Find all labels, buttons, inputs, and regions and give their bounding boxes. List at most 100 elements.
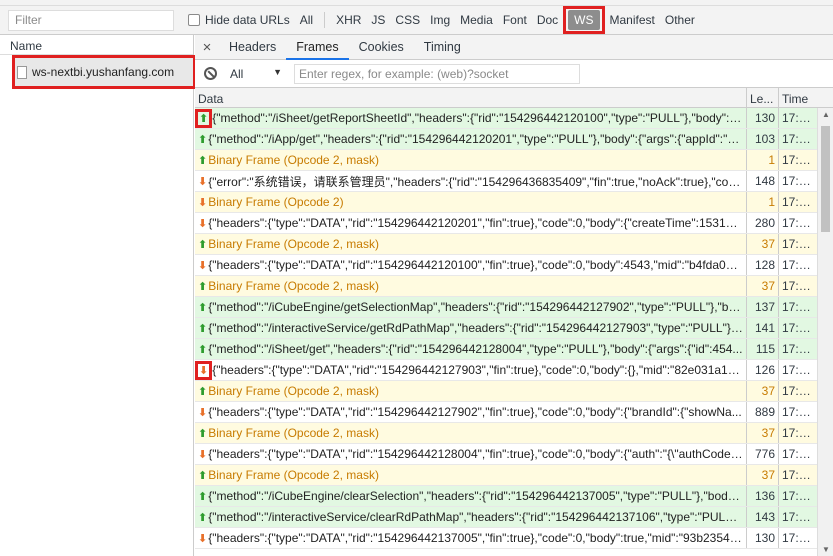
frame-length-cell: 143: [747, 507, 779, 527]
request-item-websocket[interactable]: ws-nextbi.yushanfang.com: [12, 55, 196, 89]
frame-data-cell: ⬆ {"method":"/interactiveService/getRdPat…: [195, 318, 747, 338]
frame-row[interactable]: ⬆ Binary Frame (Opcode 2, mask) 37 17:1...: [195, 465, 817, 486]
frame-data-text: Binary Frame (Opcode 2, mask): [208, 237, 379, 251]
arrow-up-icon: ⬆: [198, 490, 208, 503]
arrow-down-icon: ⬇: [198, 175, 208, 188]
frame-row[interactable]: ⬆ Binary Frame (Opcode 2, mask) 37 17:1...: [195, 381, 817, 402]
frame-row[interactable]: ⬆ Binary Frame (Opcode 2, mask) 37 17:1...: [195, 423, 817, 444]
type-filter-other[interactable]: Other: [661, 11, 699, 29]
chevron-down-icon: ▼: [273, 66, 282, 77]
frame-length-cell: 136: [747, 486, 779, 506]
frame-data-text: Binary Frame (Opcode 2, mask): [208, 426, 379, 440]
type-filter-manifest[interactable]: Manifest: [606, 11, 659, 29]
frame-time-cell: 17:1...: [782, 342, 816, 356]
frame-row[interactable]: ⬇ {"headers":{"type":"DATA","rid":"154296…: [195, 213, 817, 234]
tab-headers[interactable]: Headers: [219, 35, 286, 60]
frame-length-cell: 130: [747, 528, 779, 548]
column-header-time[interactable]: Time: [779, 88, 833, 107]
frame-row[interactable]: ⬇ {"headers":{"type":"DATA","rid":"154296…: [195, 360, 817, 381]
frame-time-cell: 17:1...: [782, 111, 816, 125]
frame-row[interactable]: ⬆ {"method":"/iApp/get","headers":{"rid":…: [195, 129, 817, 150]
frame-data-text: {"method":"/iSheet/get","headers":{"rid"…: [208, 342, 743, 356]
network-filter-bar: Hide data URLs All XHR JS CSS Img Media …: [0, 6, 833, 35]
frame-data-text: {"headers":{"type":"DATA","rid":"1542964…: [208, 258, 743, 272]
frame-row[interactable]: ⬆ {"method":"/iCubeEngine/clearSelection"…: [195, 486, 817, 507]
frame-data-cell: ⬆ {"method":"/iCubeEngine/getSelectionMap…: [195, 297, 747, 317]
frame-length-cell: 1: [747, 150, 779, 170]
frame-row[interactable]: ⬆ {"method":"/interactiveService/clearRdP…: [195, 507, 817, 528]
frame-row[interactable]: ⬇ {"headers":{"type":"DATA","rid":"154296…: [195, 528, 817, 549]
frame-length-cell: 128: [747, 255, 779, 275]
scroll-up-icon[interactable]: ▲: [822, 110, 830, 119]
type-filter-all[interactable]: All: [296, 11, 317, 29]
type-filter-media[interactable]: Media: [456, 11, 497, 29]
frame-row[interactable]: ⬇ Binary Frame (Opcode 2) 1 17:1...: [195, 192, 817, 213]
column-header-length[interactable]: Le...: [747, 88, 779, 107]
frame-data-cell: ⬇ {"headers":{"type":"DATA","rid":"154296…: [195, 528, 747, 548]
type-filter-doc[interactable]: Doc: [533, 11, 562, 29]
frame-length-cell: 130: [747, 108, 779, 128]
type-filter-xhr[interactable]: XHR: [332, 11, 365, 29]
frame-data-cell: ⬆ {"method":"/iSheet/get","headers":{"rid…: [195, 339, 747, 359]
tab-timing[interactable]: Timing: [414, 35, 471, 60]
frame-data-text: Binary Frame (Opcode 2): [208, 195, 344, 209]
arrow-down-icon: ⬇: [199, 364, 209, 377]
frame-length-cell: 141: [747, 318, 779, 338]
frame-data-text: {"headers":{"type":"DATA","rid":"1542964…: [208, 216, 743, 230]
frame-row[interactable]: ⬆ Binary Frame (Opcode 2, mask) 37 17:1...: [195, 276, 817, 297]
frame-length-cell: 1: [747, 192, 779, 212]
frame-row[interactable]: ⬆ Binary Frame (Opcode 2, mask) 1 17:1...: [195, 150, 817, 171]
frame-data-cell: ⬇ {"headers":{"type":"DATA","rid":"154296…: [195, 444, 747, 464]
frame-length-cell: 37: [747, 423, 779, 443]
arrow-up-icon: ⬆: [198, 154, 208, 167]
frame-type-select[interactable]: All ▼: [230, 67, 286, 81]
frame-row[interactable]: ⬆ {"method":"/iCubeEngine/getSelectionMap…: [195, 297, 817, 318]
type-filter-js[interactable]: JS: [367, 11, 389, 29]
arrow-down-icon: ⬇: [198, 217, 208, 230]
hide-data-urls-toggle[interactable]: Hide data URLs: [188, 13, 290, 27]
clear-block-icon[interactable]: [204, 67, 217, 80]
close-icon[interactable]: ×: [195, 39, 219, 56]
regex-filter-input[interactable]: [294, 63, 580, 84]
frame-data-cell: ⬆ Binary Frame (Opcode 2, mask): [195, 276, 747, 296]
frame-row[interactable]: ⬆ {"method":"/interactiveService/getRdPat…: [195, 318, 817, 339]
arrow-up-icon: ⬆: [198, 385, 208, 398]
frame-data-text: Binary Frame (Opcode 2, mask): [208, 384, 379, 398]
frame-time-cell: 17:1...: [782, 321, 816, 335]
frame-data-cell: ⬆ {"method":"/iSheet/getReportSheetId","h…: [195, 108, 747, 128]
frame-row[interactable]: ⬇ {"headers":{"type":"DATA","rid":"154296…: [195, 255, 817, 276]
hide-data-urls-checkbox[interactable]: [188, 14, 200, 26]
column-header-data[interactable]: Data: [195, 88, 747, 107]
frame-length-cell: 103: [747, 129, 779, 149]
frames-toolbar: All ▼: [195, 60, 833, 88]
tab-cookies[interactable]: Cookies: [349, 35, 414, 60]
frame-data-cell: ⬇ {"headers":{"type":"DATA","rid":"154296…: [195, 255, 747, 275]
scrollbar-thumb[interactable]: [821, 126, 830, 232]
frame-data-text: Binary Frame (Opcode 2, mask): [208, 153, 379, 167]
scroll-down-icon[interactable]: ▼: [822, 545, 830, 554]
frame-time-cell: 17:1...: [782, 174, 816, 188]
tab-frames[interactable]: Frames: [286, 35, 349, 60]
arrow-up-icon: ⬆: [198, 238, 208, 251]
arrow-up-icon: ⬆: [199, 112, 209, 125]
frame-time-cell: 17:1...: [782, 531, 816, 545]
type-filter-font[interactable]: Font: [499, 11, 531, 29]
vertical-scrollbar[interactable]: ▲ ▼: [817, 108, 833, 556]
type-filter-ws[interactable]: WS: [568, 10, 600, 30]
frame-time-cell: 17:1...: [782, 426, 816, 440]
frame-row[interactable]: ⬆ Binary Frame (Opcode 2, mask) 37 17:1...: [195, 234, 817, 255]
arrow-up-icon: ⬆: [198, 301, 208, 314]
frame-row[interactable]: ⬆ {"method":"/iSheet/getReportSheetId","h…: [195, 108, 817, 129]
filter-input[interactable]: [8, 9, 174, 31]
name-column-header[interactable]: Name: [0, 35, 193, 55]
frame-row[interactable]: ⬇ {"headers":{"type":"DATA","rid":"154296…: [195, 402, 817, 423]
type-filter-css[interactable]: CSS: [391, 11, 424, 29]
frame-row[interactable]: ⬇ {"error":"系统错误，请联系管理员","headers":{"rid"…: [195, 171, 817, 192]
frame-row[interactable]: ⬇ {"headers":{"type":"DATA","rid":"154296…: [195, 444, 817, 465]
request-item-label: ws-nextbi.yushanfang.com: [32, 65, 175, 79]
type-filter-divider: [324, 12, 326, 28]
frame-row[interactable]: ⬆ {"method":"/iSheet/get","headers":{"rid…: [195, 339, 817, 360]
frame-time-cell: 17:1...: [782, 363, 816, 377]
type-filter-img[interactable]: Img: [426, 11, 454, 29]
document-icon: [17, 65, 27, 79]
